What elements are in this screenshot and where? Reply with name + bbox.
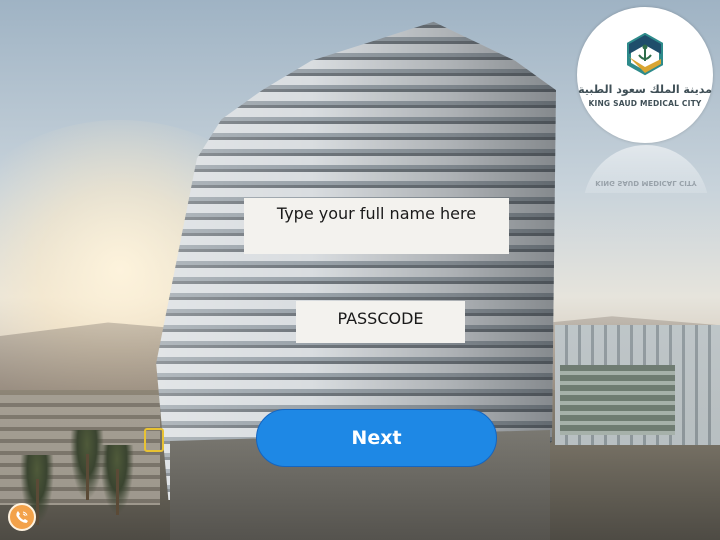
ksmc-emblem-icon	[627, 33, 663, 76]
logo-reflection-text: KING SAUD MEDICAL CITY	[595, 179, 697, 187]
logo-reflection: KING SAUD MEDICAL CITY	[583, 145, 709, 193]
next-button[interactable]: Next	[256, 409, 497, 467]
passcode-input[interactable]: PASSCODE	[296, 301, 465, 343]
ksmc-logo: مدينة الملك سعود الطبية KING SAUD MEDICA…	[577, 7, 713, 143]
right-building-green	[560, 365, 675, 435]
phone-call-icon	[16, 511, 28, 523]
palm-tree	[100, 445, 134, 515]
logo-english-text: KING SAUD MEDICAL CITY	[588, 99, 702, 108]
palm-tree	[70, 430, 104, 500]
logo-arabic-text: مدينة الملك سعود الطبية	[578, 83, 712, 96]
contact-button[interactable]	[8, 503, 36, 531]
full-name-input[interactable]: Type your full name here	[244, 198, 509, 254]
hotspot-marker-icon[interactable]	[144, 428, 164, 452]
